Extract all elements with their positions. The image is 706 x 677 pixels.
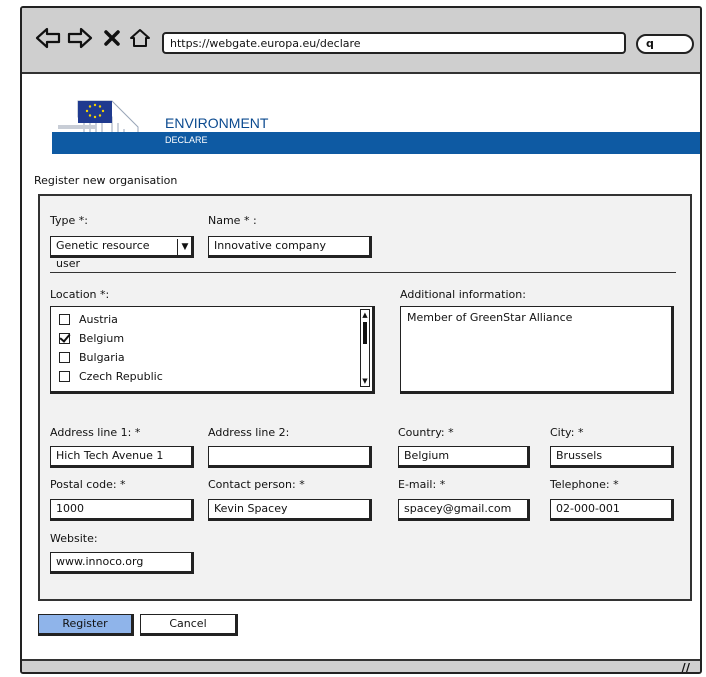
- location-option-label: Bulgaria: [79, 350, 125, 364]
- contact-person-field[interactable]: Kevin Spacey: [208, 499, 372, 521]
- location-option-label: Czech Republic: [79, 369, 163, 383]
- scroll-thumb[interactable]: [363, 322, 367, 344]
- country-field[interactable]: Belgium: [398, 446, 530, 468]
- location-option-label: Belgium: [79, 331, 125, 345]
- website-label: Website:: [50, 532, 98, 545]
- close-icon[interactable]: [102, 24, 122, 52]
- browser-toolbar: https://webgate.europa.eu/declare q: [22, 8, 700, 74]
- home-icon[interactable]: [128, 24, 152, 52]
- city-label: City: *: [550, 426, 584, 439]
- email-field[interactable]: spacey@gmail.com: [398, 499, 530, 521]
- location-option-bulgaria[interactable]: Bulgaria: [59, 349, 125, 365]
- location-option-belgium[interactable]: Belgium: [59, 330, 124, 346]
- declare-subtitle: DECLARE: [165, 135, 208, 145]
- scroll-down-icon[interactable]: ▼: [361, 376, 369, 386]
- telephone-label: Telephone: *: [550, 478, 619, 491]
- telephone-field[interactable]: 02-000-001: [550, 499, 674, 521]
- location-option-czech-republic[interactable]: Czech Republic: [59, 368, 163, 384]
- location-scrollbar[interactable]: ▲ ▼: [360, 309, 370, 387]
- resize-handle-icon[interactable]: //: [681, 661, 690, 672]
- search-icon[interactable]: q: [636, 34, 694, 54]
- email-label: E-mail: *: [398, 478, 446, 491]
- type-label: Type *:: [50, 214, 88, 227]
- city-field[interactable]: Brussels: [550, 446, 674, 468]
- contact-person-label: Contact person: *: [208, 478, 305, 491]
- address-line2-label: Address line 2:: [208, 426, 290, 439]
- brand-banner: [52, 132, 700, 154]
- search-icon-label: q: [646, 37, 654, 50]
- back-arrow-icon[interactable]: [34, 24, 62, 52]
- address-line2-field[interactable]: [208, 446, 372, 468]
- register-button[interactable]: Register: [38, 614, 134, 636]
- browser-window: https://webgate.europa.eu/declare q ENVI…: [20, 6, 702, 674]
- postal-code-field[interactable]: 1000: [50, 499, 194, 521]
- checkbox-icon[interactable]: [59, 313, 70, 325]
- country-label: Country: *: [398, 426, 454, 439]
- checked-checkbox-icon[interactable]: [59, 332, 70, 344]
- location-option-label: Austria: [79, 312, 118, 326]
- location-option-austria[interactable]: Austria: [59, 311, 118, 327]
- browser-status-bar: //: [22, 659, 700, 672]
- type-select[interactable]: Genetic resource user ▼: [50, 236, 194, 270]
- name-field[interactable]: Innovative company: [208, 236, 372, 258]
- chevron-down-icon[interactable]: ▼: [177, 239, 192, 255]
- forward-arrow-icon[interactable]: [66, 24, 94, 52]
- name-label: Name * :: [208, 214, 257, 227]
- location-label: Location *:: [50, 288, 110, 301]
- additional-info-textarea[interactable]: Member of GreenStar Alliance: [400, 306, 674, 394]
- form-divider: [50, 272, 676, 273]
- address-line1-label: Address line 1: *: [50, 426, 141, 439]
- location-list[interactable]: Austria Belgium Bulgaria Czech Republic …: [50, 306, 375, 394]
- address-bar[interactable]: https://webgate.europa.eu/declare: [162, 32, 626, 54]
- checkbox-icon[interactable]: [59, 351, 70, 363]
- checkbox-icon[interactable]: [59, 370, 70, 382]
- postal-code-label: Postal code: *: [50, 478, 126, 491]
- cancel-button[interactable]: Cancel: [140, 614, 238, 636]
- environment-title: ENVIRONMENT: [165, 115, 269, 131]
- website-field[interactable]: www.innoco.org: [50, 552, 194, 574]
- address-line1-field[interactable]: Hich Tech Avenue 1: [50, 446, 194, 468]
- page-title: Register new organisation: [34, 174, 178, 187]
- additional-info-label: Additional information:: [400, 288, 526, 301]
- scroll-up-icon[interactable]: ▲: [361, 310, 369, 320]
